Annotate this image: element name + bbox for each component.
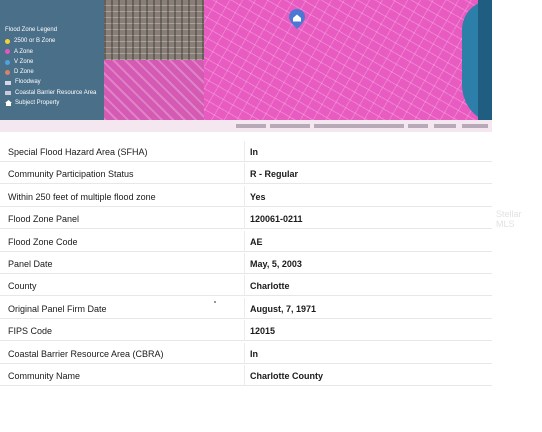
legend-item-label: Coastal Barrier Resource Area <box>15 89 97 96</box>
watermark: Stellar MLS <box>496 209 522 229</box>
table-row: Flood Zone Panel 120061-0211 <box>0 208 492 230</box>
table-row: Original Panel Firm Date August, 7, 1971 <box>0 297 492 319</box>
row-value: 120061-0211 <box>250 214 303 225</box>
legend-item-label: Floodway <box>15 79 41 86</box>
legend-item-label: Subject Property <box>15 100 60 107</box>
row-value: August, 7, 1971 <box>250 303 317 314</box>
row-value: Yes <box>250 191 266 202</box>
table-row: Community Name Charlotte County <box>0 364 492 386</box>
row-value: May, 5, 2003 <box>250 258 302 269</box>
floodway-swatch-icon <box>5 80 11 85</box>
column-divider <box>244 320 245 341</box>
attribution-mark <box>408 124 428 128</box>
row-label: Within 250 feet of multiple flood zone <box>8 191 156 202</box>
aerial-flood-overlay <box>104 60 204 120</box>
table-row: Flood Zone Code AE <box>0 230 492 252</box>
house-icon <box>5 100 12 107</box>
row-label: Panel Date <box>8 258 53 269</box>
column-divider <box>244 364 245 385</box>
row-label: Flood Zone Code <box>8 236 78 247</box>
row-label: Community Participation Status <box>8 169 134 180</box>
legend-item: A Zone <box>5 47 96 57</box>
row-value: 12015 <box>250 326 276 337</box>
row-label: Special Flood Hazard Area (SFHA) <box>8 147 148 157</box>
row-label: Community Name <box>8 370 81 381</box>
column-divider <box>244 252 245 273</box>
subject-property-pin-icon[interactable] <box>289 9 305 29</box>
column-divider <box>244 230 245 251</box>
legend-item: Floodway <box>5 77 96 87</box>
legend-item-label: V Zone <box>14 58 34 65</box>
row-value: In <box>250 147 258 157</box>
column-divider <box>244 342 245 363</box>
legend-item: Subject Property <box>5 98 96 108</box>
row-label: Original Panel Firm Date <box>8 303 107 314</box>
table-row: Panel Date May, 5, 2003 <box>0 252 492 274</box>
column-divider <box>244 275 245 296</box>
flood-zone-map[interactable]: Flood Zone Legend 2500 or B Zone A Zone … <box>0 0 492 132</box>
attribution-mark <box>434 124 456 128</box>
column-divider <box>244 185 245 206</box>
attribution-mark <box>462 124 488 128</box>
water-edge <box>478 0 492 125</box>
row-value: In <box>250 348 258 359</box>
blue-dot-icon <box>5 59 10 65</box>
yellow-dot-icon <box>5 38 10 44</box>
row-value: AE <box>250 236 263 247</box>
legend-item-label: A Zone <box>14 48 34 55</box>
row-value: R - Regular <box>250 169 299 180</box>
table-row: Community Participation Status R - Regul… <box>0 163 492 185</box>
orange-dot-icon <box>5 69 10 75</box>
cbra-swatch-icon <box>5 90 11 95</box>
legend-title: Flood Zone Legend <box>5 27 58 33</box>
row-label: Flood Zone Panel <box>8 214 80 225</box>
table-row: Within 250 feet of multiple flood zone Y… <box>0 185 492 207</box>
legend-item: Coastal Barrier Resource Area <box>5 88 96 98</box>
row-label: FIPS Code <box>8 326 53 337</box>
column-divider <box>244 141 245 161</box>
legend-item: V Zone <box>5 57 96 67</box>
scan-speck <box>214 301 216 303</box>
attribution-mark <box>236 124 266 128</box>
attribution-mark <box>314 124 404 128</box>
table-row: Coastal Barrier Resource Area (CBRA) In <box>0 342 492 364</box>
flood-zone-legend: Flood Zone Legend 2500 or B Zone A Zone … <box>5 25 96 108</box>
column-divider <box>244 163 245 184</box>
flood-info-table: Special Flood Hazard Area (SFHA) In Comm… <box>0 141 492 387</box>
row-value: Charlotte County <box>250 370 323 381</box>
table-row: County Charlotte <box>0 275 492 297</box>
legend-item-label: D Zone <box>14 69 34 76</box>
table-row: Special Flood Hazard Area (SFHA) In <box>0 141 492 162</box>
table-row: FIPS Code 12015 <box>0 320 492 342</box>
zone-a-overlay <box>204 0 492 120</box>
column-divider <box>244 297 245 318</box>
row-label: County <box>8 281 37 292</box>
row-value: Charlotte <box>250 281 290 292</box>
legend-item: D Zone <box>5 67 96 77</box>
legend-item: 2500 or B Zone <box>5 36 96 46</box>
column-divider <box>244 208 245 229</box>
row-label: Coastal Barrier Resource Area (CBRA) <box>8 348 164 359</box>
legend-item-label: 2500 or B Zone <box>14 38 56 45</box>
attribution-mark <box>270 124 310 128</box>
pink-dot-icon <box>5 49 10 55</box>
